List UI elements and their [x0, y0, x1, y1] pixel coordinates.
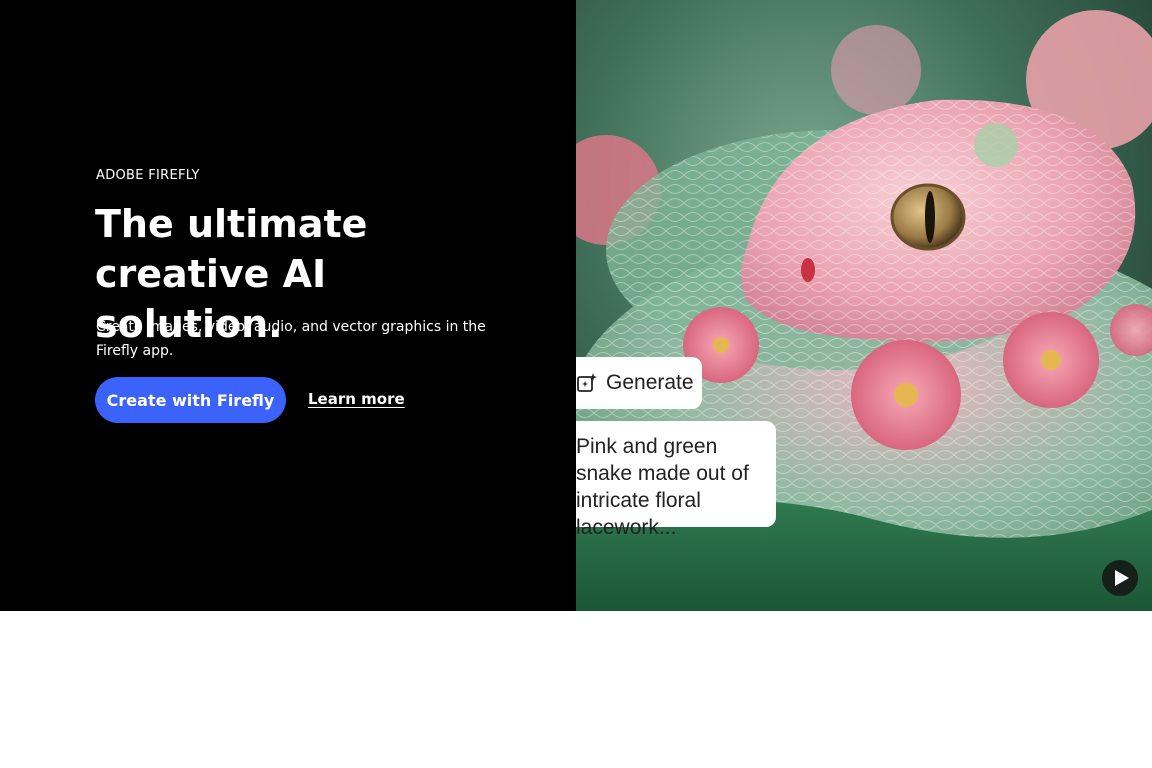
create-with-firefly-button[interactable]: Create with Firefly	[95, 377, 286, 423]
hero-text-panel: ADOBE FIREFLY The ultimate creative AI s…	[0, 0, 576, 611]
prompt-text: Pink and green snake made out of intrica…	[576, 435, 749, 539]
generate-label: Generate	[606, 371, 694, 394]
play-button[interactable]	[1102, 560, 1138, 596]
magic-wand-sparkle-icon	[576, 371, 600, 395]
learn-more-link[interactable]: Learn more	[308, 390, 405, 408]
hero-media-panel: Generate Pink and green snake made out o…	[576, 0, 1152, 611]
eyebrow-label: ADOBE FIREFLY	[96, 168, 200, 183]
hero-description: Create images, video, audio, and vector …	[96, 319, 486, 359]
play-icon	[1114, 570, 1129, 586]
generate-chip: Generate	[576, 357, 702, 409]
prompt-card: Pink and green snake made out of intrica…	[576, 421, 776, 539]
hero-section: ADOBE FIREFLY The ultimate creative AI s…	[0, 0, 1152, 611]
